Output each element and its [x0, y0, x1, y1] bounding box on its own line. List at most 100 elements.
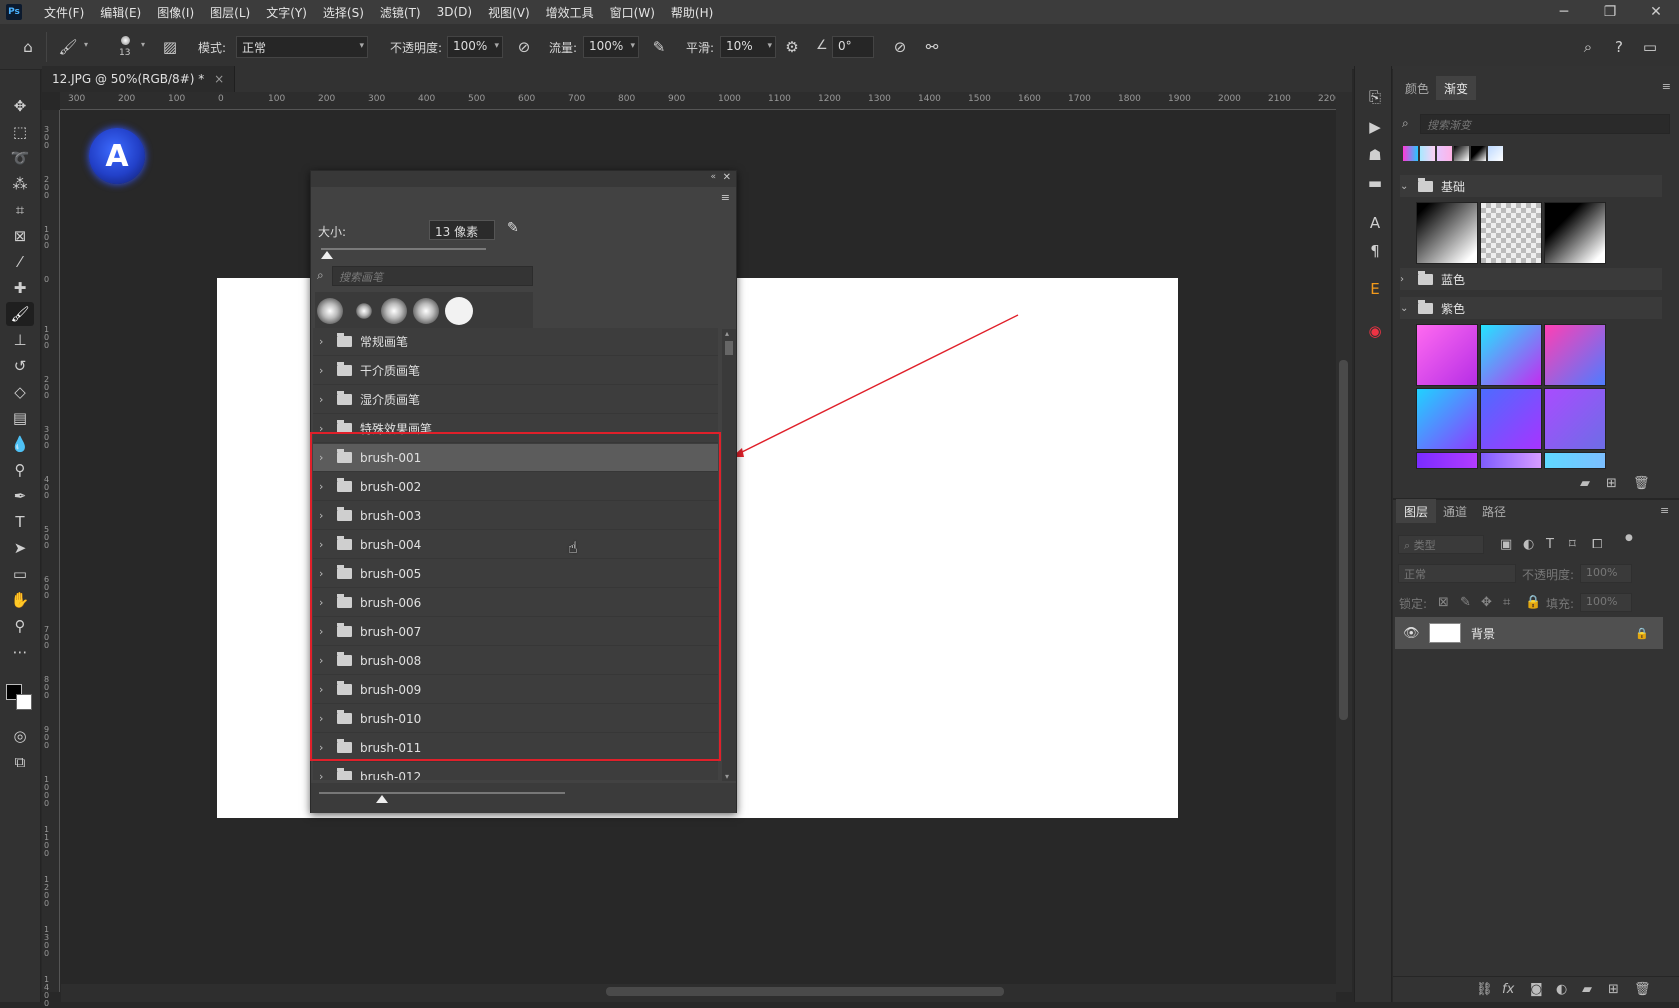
gear-icon[interactable]: ⚙ [780, 35, 804, 59]
gradient-thumbnail[interactable] [1544, 202, 1606, 264]
brush-settings-icon[interactable]: ▨ [158, 35, 182, 59]
chevron-right-icon[interactable]: › [319, 770, 331, 780]
help-icon[interactable]: ? [1607, 35, 1631, 59]
trash-icon[interactable]: 🗑 [1633, 476, 1650, 491]
gradient-thumbnail[interactable] [1480, 452, 1542, 469]
tab-channels[interactable]: 通道 [1435, 499, 1475, 523]
gradient-tool-icon[interactable]: ▤ [6, 406, 34, 430]
close-tab-icon[interactable]: × [214, 72, 224, 86]
reset-size-icon[interactable]: ✎ [507, 220, 525, 238]
panel-menu-icon[interactable]: ≡ [1660, 504, 1669, 517]
lock-transparency-icon[interactable]: ⊠ [1438, 595, 1449, 610]
collapse-icon[interactable]: « [710, 172, 716, 182]
gradient-thumbnail[interactable] [1544, 452, 1606, 469]
link-layers-icon[interactable]: ⛓ [1476, 982, 1493, 997]
new-gradient-icon[interactable]: ⊞ [1606, 476, 1617, 491]
crop-tool-icon[interactable]: ⌗ [6, 198, 34, 222]
menu-select[interactable]: 选择(S) [315, 4, 372, 21]
new-group-icon[interactable]: ▰ [1582, 982, 1592, 997]
image-filter-icon[interactable]: ▣ [1500, 537, 1512, 552]
stamp-tool-icon[interactable]: ⊥ [6, 328, 34, 352]
search-icon[interactable]: ⌕ [1576, 35, 1600, 59]
horizontal-scroll-thumb[interactable] [606, 987, 1004, 996]
trash-icon[interactable]: 🗑 [1634, 982, 1651, 997]
menu-type[interactable]: 文字(Y) [258, 4, 315, 21]
character-icon[interactable]: A [1364, 212, 1386, 234]
pressure-opacity-icon[interactable]: ⊘ [512, 35, 536, 59]
recent-gradient-swatch[interactable] [1488, 146, 1503, 161]
gradient-thumbnail[interactable] [1480, 388, 1542, 450]
minimize-button[interactable]: ─ [1541, 0, 1587, 24]
gradient-group-blue[interactable]: › 蓝色 [1400, 268, 1662, 290]
play-actions-icon[interactable]: ▶ [1364, 116, 1386, 138]
recent-brush-preset[interactable] [317, 298, 343, 324]
scroll-up-icon[interactable]: ▴ [725, 329, 729, 338]
tab-gradients[interactable]: 渐变 [1436, 76, 1477, 100]
brush-group-row[interactable]: › 湿介质画笔 [313, 386, 718, 414]
history-brush-icon[interactable]: ↺ [6, 354, 34, 378]
move-tool-icon[interactable]: ✥ [6, 94, 34, 118]
fx-icon[interactable]: fx [1502, 982, 1514, 997]
flow-field[interactable]: 100% ▾ [583, 36, 639, 58]
background-color-swatch[interactable] [16, 694, 32, 710]
lock-position-icon[interactable]: ✥ [1481, 595, 1492, 610]
menu-image[interactable]: 图像(I) [149, 4, 202, 21]
quick-mask-icon[interactable]: ◎ [6, 724, 34, 748]
gradient-thumbnail[interactable] [1416, 202, 1478, 264]
menu-view[interactable]: 视图(V) [480, 4, 538, 21]
paragraph-icon[interactable]: ¶ [1364, 240, 1386, 262]
magic-wand-icon[interactable]: ⁂ [6, 172, 34, 196]
gradient-thumbnail[interactable] [1544, 324, 1606, 386]
history-icon[interactable]: ⎘ [1364, 86, 1386, 108]
shape-filter-icon[interactable]: ⌑ [1569, 537, 1576, 552]
blur-tool-icon[interactable]: 💧 [6, 432, 34, 456]
brush-tool-icon[interactable]: 🖌 [6, 302, 34, 326]
recent-brush-preset[interactable] [445, 297, 473, 325]
panel-header[interactable]: « ✕ [311, 171, 736, 187]
marquee-tool-icon[interactable]: ⬚ [6, 120, 34, 144]
panel-menu-icon[interactable]: ≡ [721, 191, 730, 204]
gradient-thumbnail[interactable] [1544, 388, 1606, 450]
preview-size-slider[interactable] [319, 792, 565, 803]
gradient-thumbnail[interactable] [1416, 452, 1478, 469]
brush-list-scrollbar[interactable]: ▴ ▾ [722, 329, 736, 781]
angle-field[interactable]: 0° [832, 36, 874, 58]
mode-select[interactable]: 正常 ▾ [236, 36, 368, 58]
recent-brush-preset[interactable] [381, 298, 407, 324]
gradient-thumbnail[interactable] [1480, 202, 1542, 264]
gradient-thumbnail[interactable] [1480, 324, 1542, 386]
lock-all-icon[interactable]: 🔒 [1525, 595, 1541, 610]
type-filter-icon[interactable]: T [1546, 537, 1554, 552]
eraser-icon[interactable]: ◇ [6, 380, 34, 404]
chevron-right-icon[interactable]: › [319, 335, 331, 348]
adjustment-layer-icon[interactable]: ◐ [1556, 982, 1567, 997]
new-layer-icon[interactable]: ⊞ [1608, 982, 1619, 997]
recent-brush-preset[interactable] [413, 298, 439, 324]
chevron-right-icon[interactable]: › [319, 364, 331, 377]
menu-window[interactable]: 窗口(W) [602, 4, 663, 21]
menu-file[interactable]: 文件(F) [36, 4, 92, 21]
rectangle-tool-icon[interactable]: ▭ [6, 562, 34, 586]
filter-toggle-icon[interactable]: ● [1625, 533, 1633, 543]
menu-filter[interactable]: 滤镜(T) [372, 4, 429, 21]
tab-color[interactable]: 颜色 [1397, 76, 1437, 100]
path-selection-icon[interactable]: ➤ [6, 536, 34, 560]
brush-preset-picker[interactable]: 13 [113, 32, 139, 64]
symmetry-icon[interactable]: ⚯ [920, 35, 944, 59]
lock-artboard-icon[interactable]: ⌗ [1503, 595, 1510, 610]
gradient-search-input[interactable]: 搜索渐变 [1420, 114, 1670, 134]
recent-gradient-swatch[interactable] [1437, 146, 1452, 161]
extension-plugin-icon[interactable]: ◉ [1364, 320, 1386, 342]
brush-group-row[interactable]: › 干介质画笔 [313, 357, 718, 385]
recent-gradient-swatch[interactable] [1403, 146, 1418, 161]
gradient-group-basic[interactable]: ⌄ 基础 [1400, 175, 1662, 197]
chevron-right-icon[interactable]: › [319, 393, 331, 406]
pressure-size-icon[interactable]: ⊘ [888, 35, 912, 59]
recent-gradient-swatch[interactable] [1471, 146, 1486, 161]
restore-button[interactable]: ❐ [1587, 0, 1633, 24]
layer-opacity-field[interactable]: 100% [1580, 564, 1632, 583]
vertical-scroll-thumb[interactable] [1339, 360, 1348, 720]
brush-group-row[interactable]: › brush-012 [313, 763, 718, 780]
gradient-thumbnail[interactable] [1416, 388, 1478, 450]
smart-object-filter-icon[interactable]: ⧠ [1592, 537, 1602, 552]
